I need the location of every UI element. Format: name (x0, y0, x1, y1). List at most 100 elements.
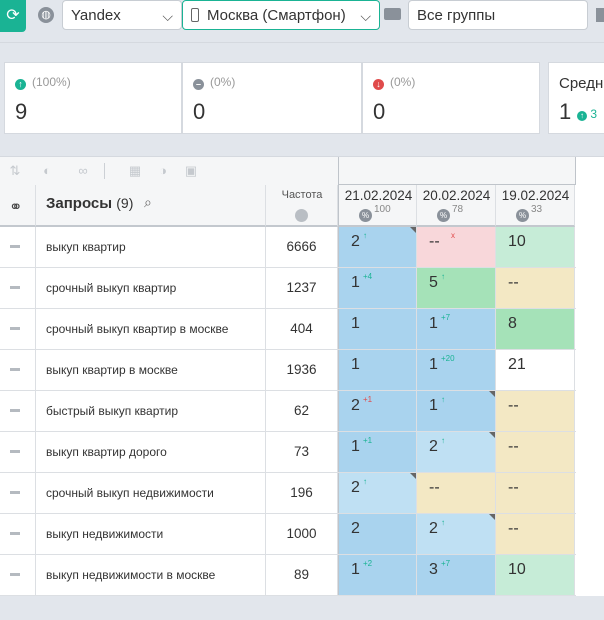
position-cell[interactable]: 10 (496, 555, 575, 595)
position-cell[interactable]: -- (496, 473, 575, 513)
position-cell[interactable]: 2 +1 (338, 391, 417, 431)
row-link-cell[interactable] (0, 514, 36, 554)
stat-card-up: ↑ (100%) 9 (4, 62, 182, 134)
frequency-column-header[interactable]: Частота (266, 185, 338, 227)
row-link-cell[interactable] (0, 432, 36, 472)
frequency-value: 73 (266, 432, 338, 472)
stat-card-average: Средн 1 ↑ 3 (548, 62, 604, 134)
search-engine-value: Yandex (71, 7, 121, 24)
table-row[interactable]: выкуп квартир дорого 73 1 +1 2 ↑ -- (0, 432, 576, 473)
table-row[interactable]: срочный выкуп квартир 1237 1 +4 5 ↑ -- (0, 268, 576, 309)
query-text: срочный выкуп недвижимости (36, 473, 266, 513)
grid-icon[interactable]: ▦ (128, 164, 142, 178)
search-engine-select[interactable]: Yandex ⌵ (62, 0, 182, 30)
row-link-cell[interactable] (0, 473, 36, 513)
sort-icon[interactable]: ⇅ (8, 164, 22, 178)
position-cell[interactable]: 1 (338, 350, 417, 390)
table-row[interactable]: выкуп недвижимости в москве 89 1 +2 3 +7 10 (0, 555, 576, 596)
position-cell[interactable]: 1 +1 (338, 432, 417, 472)
table-row[interactable]: быстрый выкуп квартир 62 2 +1 1 ↑ -- (0, 391, 576, 432)
position-cell[interactable]: 1 (338, 309, 417, 349)
position-cell[interactable]: 5 ↑ (417, 268, 496, 308)
position-cell[interactable]: 2 ↑ (338, 227, 417, 267)
position-value: 1 (351, 356, 360, 373)
frequency-header-title: Частота (281, 189, 323, 201)
percent-icon: % (359, 209, 372, 222)
date-column-header[interactable]: 21.02.2024 % 100 (338, 185, 417, 227)
calendar-icon[interactable] (596, 8, 604, 22)
stat-value: 0 (373, 99, 386, 124)
search-icon[interactable]: ⌕ (144, 194, 152, 211)
minus-icon (10, 286, 20, 289)
position-cell[interactable]: 1 ↑ (417, 391, 496, 431)
table-row[interactable]: выкуп квартир в москве 1936 1 1 +20 21 (0, 350, 576, 391)
frequency-value: 62 (266, 391, 338, 431)
position-cell[interactable]: 1 +7 (417, 309, 496, 349)
position-cell[interactable]: -- x (417, 227, 496, 267)
stat-value: 1 (559, 99, 572, 124)
position-value: 2 (351, 479, 360, 496)
groups-select[interactable]: Все группы (408, 0, 588, 30)
query-text: срочный выкуп квартир (36, 268, 266, 308)
refresh-button[interactable]: ⟳ (0, 0, 26, 32)
toggle-icon[interactable]: ◐ (40, 164, 54, 178)
position-cell[interactable]: 21 (496, 350, 575, 390)
stat-value: 9 (15, 99, 28, 124)
position-cell[interactable]: -- (417, 473, 496, 513)
position-value: 2 (351, 233, 360, 250)
region-select[interactable]: Москва (Смартфон) ⌵ (182, 0, 380, 30)
image-icon[interactable]: ▣ (184, 164, 198, 178)
query-text: срочный выкуп квартир в москве (36, 309, 266, 349)
position-value: 2 (429, 520, 438, 537)
position-cell[interactable]: 1 +20 (417, 350, 496, 390)
position-delta: ↑ (441, 436, 445, 445)
smartphone-icon (191, 8, 199, 22)
row-link-cell[interactable] (0, 227, 36, 267)
position-cell[interactable]: 8 (496, 309, 575, 349)
position-cell[interactable]: 2 ↑ (417, 514, 496, 554)
contrast-icon[interactable]: ◑ (156, 164, 170, 178)
table-row[interactable]: выкуп недвижимости 1000 2 2 ↑ -- (0, 514, 576, 555)
row-link-cell[interactable] (0, 309, 36, 349)
position-value: -- (508, 520, 519, 537)
position-value: 3 (429, 561, 438, 578)
groups-value: Все группы (417, 7, 496, 24)
table-row[interactable]: срочный выкуп квартир в москве 404 1 1 +7 8 (0, 309, 576, 350)
date-column-header[interactable]: 20.02.2024 % 78 (417, 185, 496, 227)
position-cell[interactable]: 1 +4 (338, 268, 417, 308)
position-cell[interactable]: 2 ↑ (417, 432, 496, 472)
row-link-cell[interactable] (0, 350, 36, 390)
position-cell[interactable]: -- (496, 432, 575, 472)
row-link-cell[interactable] (0, 268, 36, 308)
row-link-cell[interactable] (0, 391, 36, 431)
query-column-header[interactable]: Запросы (9) ⌕ (36, 185, 266, 227)
position-value: 1 (351, 438, 360, 455)
minus-icon (10, 245, 20, 248)
position-cell[interactable]: -- (496, 514, 575, 554)
stat-title: Средн (559, 75, 604, 92)
frequency-value: 196 (266, 473, 338, 513)
stat-value: 0 (193, 99, 206, 124)
position-cell[interactable]: 3 +7 (417, 555, 496, 595)
link-icon[interactable]: ∞ (76, 164, 90, 178)
position-cell[interactable]: 1 +2 (338, 555, 417, 595)
position-cell[interactable]: 2 (338, 514, 417, 554)
position-cell[interactable]: -- (496, 268, 575, 308)
position-cell[interactable]: 10 (496, 227, 575, 267)
query-text: быстрый выкуп квартир (36, 391, 266, 431)
position-cell[interactable]: 2 ↑ (338, 473, 417, 513)
row-link-cell[interactable] (0, 555, 36, 595)
position-cell[interactable]: -- (496, 391, 575, 431)
globe-icon: ◍ (38, 7, 54, 23)
table-row[interactable]: выкуп квартир 6666 2 ↑ -- x 10 (0, 227, 576, 268)
note-corner-marker (489, 391, 495, 397)
position-value: 5 (429, 274, 438, 291)
arrow-up-icon: ↑ (15, 79, 26, 90)
link-icon[interactable]: ⚭ (9, 197, 22, 217)
note-corner-marker (489, 514, 495, 520)
date-count: 33 (531, 204, 543, 215)
date-column-header[interactable]: 19.02.2024 % 33 (496, 185, 575, 227)
table-row[interactable]: срочный выкуп недвижимости 196 2 ↑ -- -- (0, 473, 576, 514)
minus-icon (10, 368, 20, 371)
position-value: 8 (508, 315, 517, 332)
